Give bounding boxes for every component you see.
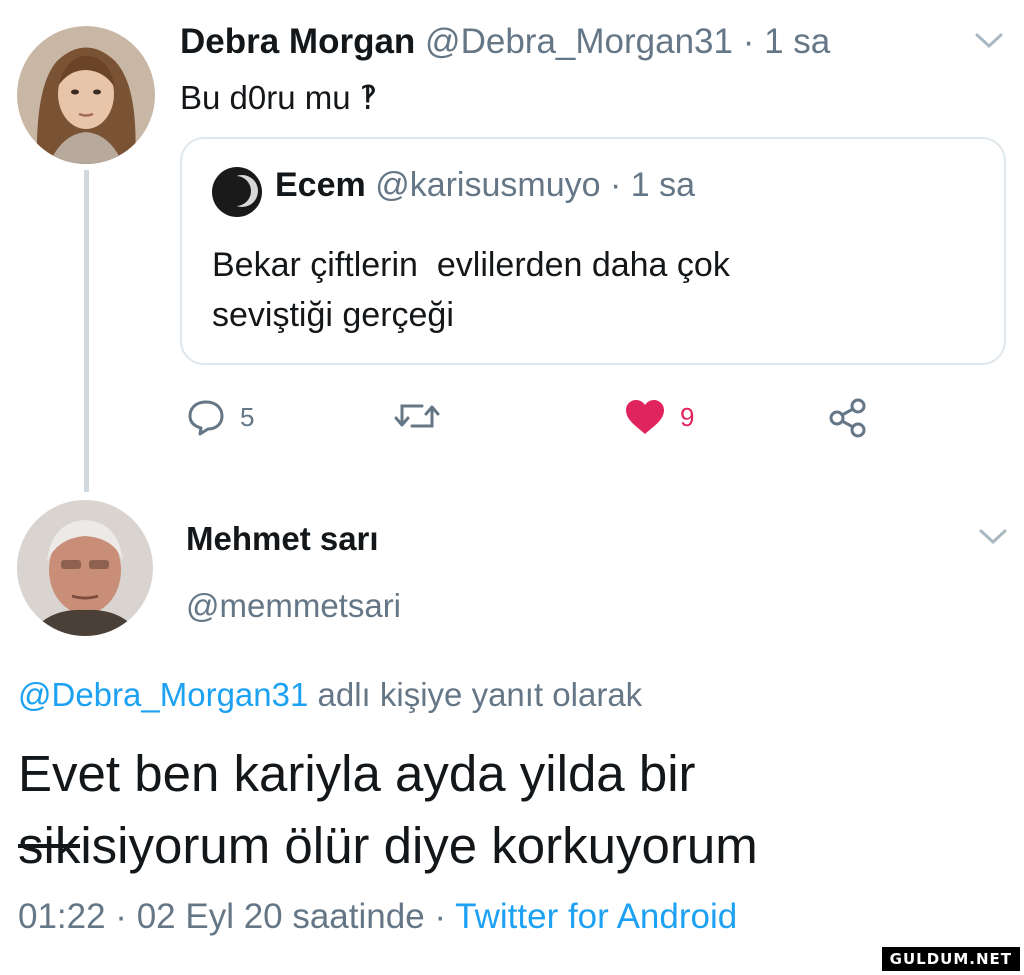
tweet-meta: 01:22 · 02 Eyl 20 saatinde · Twitter for…	[18, 897, 737, 937]
tweet-text: Bu d0ru mu ‽	[180, 79, 378, 116]
quoted-time: · 1 sa	[610, 166, 696, 204]
censored-word: sik	[18, 817, 81, 874]
reply-context-text: adlı kişiye yanıt olarak	[317, 676, 643, 713]
thread-line	[84, 170, 89, 492]
author-handle[interactable]: @memmetsari	[186, 587, 401, 625]
quoted-header: Ecem @karisusmuyo · 1 sa	[275, 166, 695, 205]
author-handle[interactable]: @Debra_Morgan31	[425, 22, 733, 61]
quoted-author-name[interactable]: Ecem	[275, 166, 366, 204]
avatar[interactable]	[17, 26, 155, 164]
avatar[interactable]	[17, 500, 153, 636]
retweet-button[interactable]	[392, 398, 442, 434]
author-name[interactable]: Mehmet sarı	[186, 520, 379, 558]
tweet-source[interactable]: Twitter for Android	[455, 897, 737, 936]
quoted-author-handle[interactable]: @karisusmuyo	[375, 166, 600, 204]
heart-icon	[624, 398, 666, 436]
quoted-text-line: seviştiği gerçeği	[212, 296, 454, 334]
reply-button[interactable]: 5	[186, 398, 254, 436]
retweet-icon	[392, 398, 442, 434]
reply-icon	[186, 398, 226, 436]
tweet-text-rest: isiyorum ölür diye korkuyorum	[80, 817, 758, 874]
tweet-time[interactable]: · 1 sa	[743, 22, 831, 61]
share-button[interactable]	[826, 396, 870, 440]
tweet-text: Evet ben kariyla ayda yilda bir sikisiyo…	[18, 738, 1018, 882]
reply-count: 5	[240, 401, 255, 432]
tweet-text-line: sikisiyorum ölür diye korkuyorum	[18, 810, 1018, 882]
quoted-text-line: Bekar çiftlerin evlilerden daha çok	[212, 246, 730, 284]
reply-context: @Debra_Morgan31 adlı kişiye yanıt olarak	[18, 676, 642, 714]
caret-down-icon[interactable]	[974, 32, 1004, 50]
quoted-text: Bekar çiftlerin evlilerden daha çok sevi…	[212, 240, 972, 340]
like-count: 9	[680, 401, 695, 432]
share-icon	[826, 396, 870, 440]
watermark: GULDUM.NET	[881, 947, 1020, 971]
caret-down-icon[interactable]	[978, 528, 1008, 546]
tweet-timestamp[interactable]: 01:22 · 02 Eyl 20 saatinde ·	[18, 897, 446, 936]
author-name[interactable]: Debra Morgan	[180, 22, 415, 61]
tweet-text-line: Evet ben kariyla ayda yilda bir	[18, 745, 696, 802]
tweet-header: Debra Morgan @Debra_Morgan31 · 1 sa	[180, 22, 830, 62]
quoted-avatar[interactable]	[212, 167, 262, 217]
like-button[interactable]: 9	[610, 398, 694, 436]
mention-link[interactable]: @Debra_Morgan31	[18, 676, 308, 713]
